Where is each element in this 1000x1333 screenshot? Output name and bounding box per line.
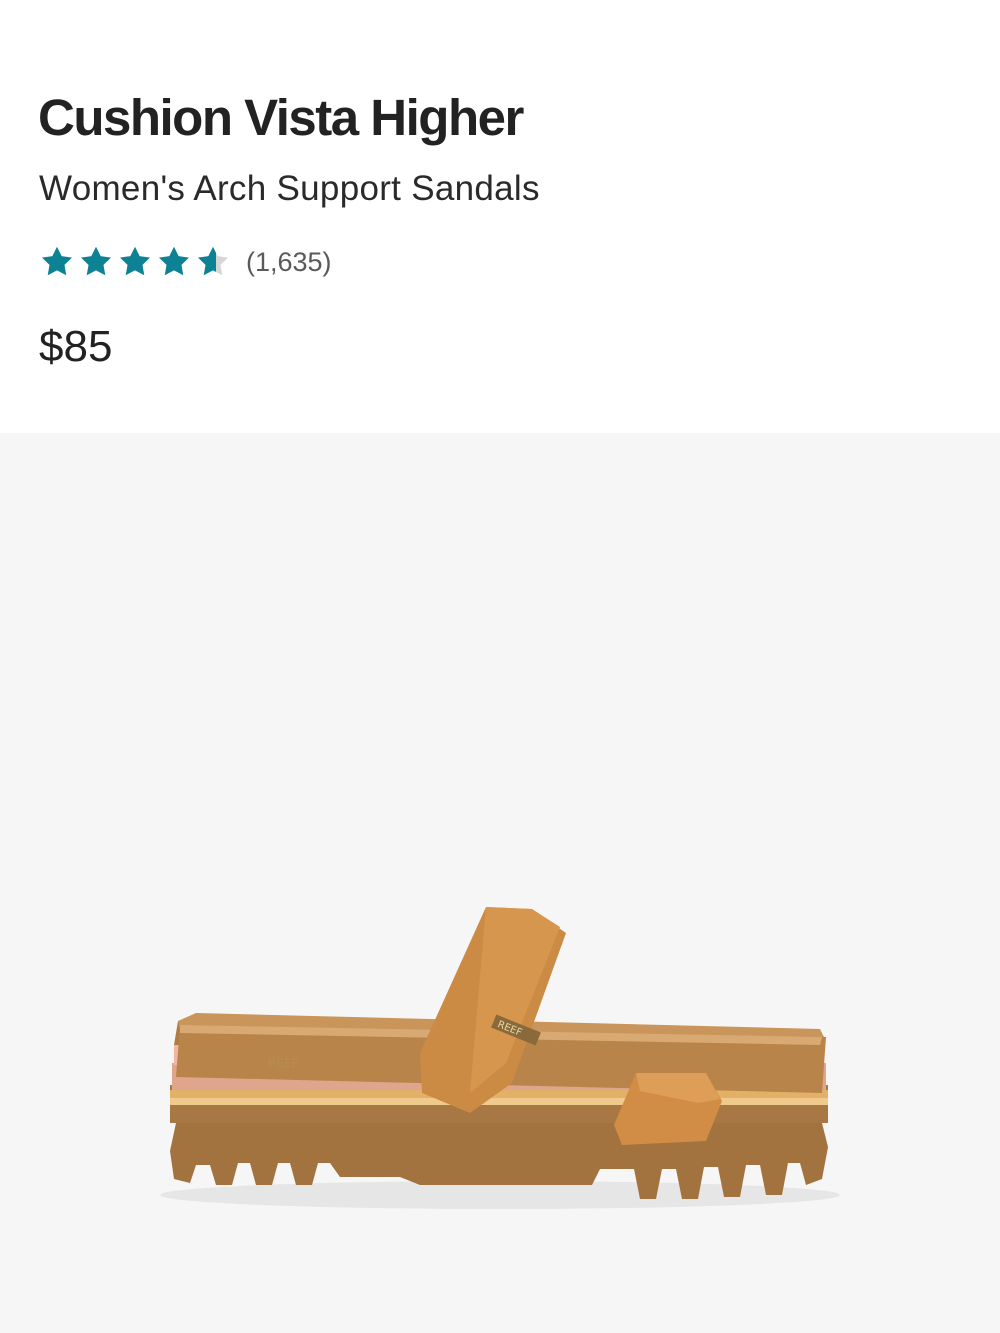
product-info: Cushion Vista Higher Women's Arch Suppor… xyxy=(0,44,1000,433)
star-icon xyxy=(159,246,189,276)
rating-stars xyxy=(39,244,234,280)
review-count[interactable]: (1,635) xyxy=(246,247,332,278)
star-icon xyxy=(81,246,111,276)
top-bar xyxy=(0,0,1000,44)
star-icon xyxy=(120,246,150,276)
star-icon xyxy=(42,246,72,276)
product-title: Cushion Vista Higher xyxy=(38,89,524,146)
svg-text:REEF: REEF xyxy=(268,1056,299,1071)
price: $85 xyxy=(39,322,113,371)
sandal-product-image: REEF REEF xyxy=(160,907,840,1209)
product-image-container[interactable]: REEF REEF xyxy=(0,433,1000,1333)
product-subtitle: Women's Arch Support Sandals xyxy=(39,169,540,208)
half-star-icon xyxy=(198,246,228,276)
rating[interactable]: (1,635) xyxy=(39,242,332,282)
